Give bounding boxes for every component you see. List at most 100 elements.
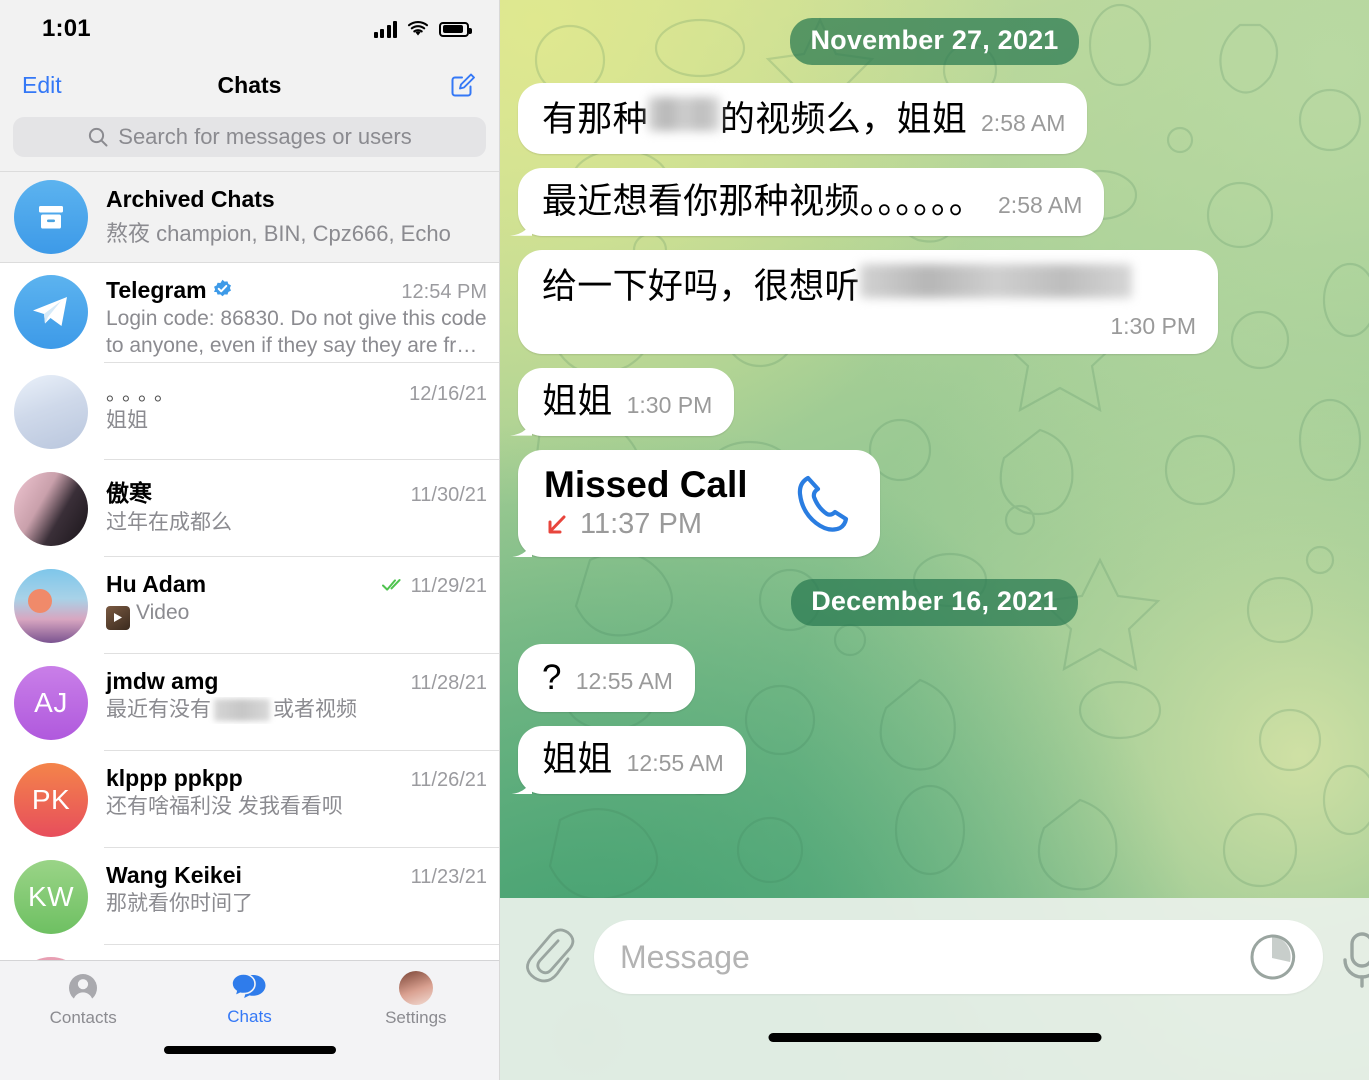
- video-thumb-icon: [106, 605, 130, 630]
- censored-text-block: [647, 97, 720, 131]
- archived-text: Archived Chats 熬夜 champion, BIN, Cpz666,…: [106, 186, 451, 248]
- chat-preview: Video: [106, 600, 487, 630]
- message-text: 给一下好吗，很想听: [542, 266, 860, 306]
- chat-list-item-dots[interactable]: 。。。。 12/16/21 姐姐: [0, 363, 499, 460]
- chat-item-header: Hu Adam 11/29/21: [106, 571, 487, 598]
- chat-preview: 那就看你时间了: [106, 892, 253, 915]
- message-text: 有那种: [542, 100, 648, 139]
- bottom-tab-bar: Contacts Chats Settings: [0, 960, 499, 1038]
- chat-timestamp: 12:54 PM: [401, 281, 487, 303]
- status-time: 1:01: [42, 15, 91, 42]
- message-row[interactable]: 最近想看你那种视频。。。。。。 2:58 AM: [500, 167, 1369, 236]
- avatar-initials: PK: [31, 784, 71, 815]
- sticker-icon[interactable]: [1247, 932, 1297, 982]
- microphone-icon[interactable]: [1339, 926, 1369, 996]
- avatar: [14, 375, 88, 449]
- archive-avatar: [14, 180, 88, 254]
- chat-list-item-klppp-ppkpp[interactable]: PK klppp ppkpp 11/26/21 还有啥福利没 发我看看呗: [0, 751, 499, 848]
- tab-settings[interactable]: Settings: [333, 971, 499, 1028]
- home-indicator-area: [0, 1038, 499, 1080]
- conversation-panel: November 27, 2021 有那种 的视频么，姐姐 2:58 AM 最近想…: [500, 0, 1369, 1080]
- tab-contacts[interactable]: Contacts: [0, 971, 166, 1028]
- chats-bubbles-icon: [231, 973, 266, 998]
- message-bubble[interactable]: ? 12:55 AM: [518, 644, 695, 713]
- person-icon: [69, 974, 98, 1004]
- avatar: PK: [14, 763, 88, 837]
- date-badge: November 27, 2021: [790, 18, 1079, 65]
- message-bubble[interactable]: 姐姐 12:55 AM: [518, 726, 746, 795]
- phone-icon[interactable]: [790, 470, 856, 536]
- message-timestamp: 12:55 AM: [575, 668, 673, 695]
- chat-item-body: 傲寒 11/30/21 过年在成都么: [106, 472, 487, 557]
- chat-preview: 姐姐: [106, 409, 148, 432]
- tab-label: Chats: [227, 1007, 272, 1026]
- message-text: 姐姐: [542, 381, 613, 421]
- archived-chats-row[interactable]: Archived Chats 熬夜 champion, BIN, Cpz666,…: [0, 171, 499, 263]
- status-bar: 1:01: [0, 0, 499, 58]
- search-placeholder: Search for messages or users: [118, 124, 412, 149]
- message-bubble[interactable]: 有那种 的视频么，姐姐 2:58 AM: [518, 83, 1088, 154]
- message-row[interactable]: 姐姐 1:30 PM: [500, 367, 1369, 436]
- home-indicator[interactable]: [768, 1033, 1101, 1042]
- chat-timestamp: 11/26/21: [410, 769, 487, 791]
- message-text: 最近想看你那种视频。。。。。。: [542, 181, 985, 221]
- avatar: AJ: [14, 666, 88, 740]
- chat-item-body: Telegram 12:54 PM Login code: 86830. Do …: [106, 275, 487, 363]
- edit-button[interactable]: Edit: [22, 72, 62, 99]
- message-row[interactable]: 姐姐 12:55 AM: [500, 726, 1369, 795]
- wifi-icon: [407, 21, 429, 36]
- avatar: [14, 472, 88, 546]
- paperclip-icon[interactable]: [522, 926, 578, 990]
- message-input[interactable]: Message: [594, 920, 1323, 994]
- message-bubble[interactable]: 姐姐 1:30 PM: [518, 367, 735, 436]
- chat-list-item-wang-keikei[interactable]: KW Wang Keikei 11/23/21 那就看你时间了: [0, 848, 499, 945]
- censored-text-block: [859, 263, 1132, 298]
- chat-name: 傲寒: [106, 480, 152, 506]
- chat-item-header: Wang Keikei 11/23/21: [106, 862, 487, 889]
- missed-call-title: Missed Call: [544, 463, 748, 505]
- chat-list-scroll[interactable]: Archived Chats 熬夜 champion, BIN, Cpz666,…: [0, 171, 499, 960]
- chat-preview: 还有啥福利没 发我看看呗: [106, 795, 343, 818]
- message-timestamp: 1:30 PM: [626, 391, 713, 418]
- chat-list-item-hu-adam[interactable]: Hu Adam 11/29/21 Video: [0, 557, 499, 654]
- chat-item-body: klppp ppkpp 11/26/21 还有啥福利没 发我看看呗: [106, 763, 487, 848]
- missed-call-bubble[interactable]: Missed Call 11:37 PM: [518, 449, 880, 558]
- message-row[interactable]: 给一下好吗，很想听 1:30 PM: [500, 249, 1369, 354]
- navigation-bar: Edit Chats: [0, 58, 499, 112]
- chat-list-item-jmdw-amg[interactable]: AJ jmdw amg 11/28/21 最近有没有 或者视频: [0, 654, 499, 751]
- archived-subtitle: 熬夜 champion, BIN, Cpz666, Echo: [106, 221, 451, 246]
- search-icon: [89, 127, 108, 147]
- chat-list-item-telegram[interactable]: Telegram 12:54 PM Login code: 86830. Do …: [0, 263, 499, 363]
- status-indicators: [373, 20, 472, 38]
- chat-list-item-partial[interactable]: [0, 945, 499, 960]
- message-row-missed-call[interactable]: Missed Call 11:37 PM: [500, 449, 1369, 558]
- chat-name: Hu Adam: [106, 571, 207, 597]
- message-row[interactable]: 有那种 的视频么，姐姐 2:58 AM: [500, 83, 1369, 154]
- chat-item-header: 。。。。 12/16/21: [106, 377, 487, 406]
- chat-list-item-aohan[interactable]: 傲寒 11/30/21 过年在成都么: [0, 460, 499, 557]
- telegram-app-screen: 1:01 Edit Chats Search for messages or u…: [0, 0, 1369, 1080]
- home-indicator[interactable]: [163, 1046, 336, 1054]
- compose-button[interactable]: [449, 71, 477, 99]
- message-timestamp: 12:55 AM: [626, 750, 724, 777]
- chat-timestamp: 12/16/21: [409, 383, 487, 405]
- message-text: ?: [542, 658, 562, 698]
- date-separator: December 16, 2021: [500, 579, 1369, 627]
- chat-name: klppp ppkpp: [106, 765, 243, 791]
- message-list[interactable]: November 27, 2021 有那种 的视频么，姐姐 2:58 AM 最近想…: [500, 0, 1369, 898]
- search-container: Search for messages or users: [0, 112, 499, 171]
- chat-item-header: 傲寒 11/30/21: [106, 474, 487, 508]
- avatar: [14, 275, 88, 349]
- avatar: [14, 569, 88, 643]
- message-bubble[interactable]: 给一下好吗，很想听 1:30 PM: [518, 249, 1218, 354]
- date-separator: November 27, 2021: [500, 18, 1369, 65]
- battery-icon: [439, 21, 472, 37]
- message-text: 姐姐: [542, 740, 613, 780]
- missed-call-time: 11:37 PM: [580, 508, 702, 541]
- search-input[interactable]: Search for messages or users: [13, 117, 486, 157]
- chat-preview: 最近有没有 或者视频: [106, 697, 487, 724]
- message-bubble[interactable]: 最近想看你那种视频。。。。。。 2:58 AM: [518, 167, 1105, 236]
- archived-title: Archived Chats: [106, 186, 275, 212]
- message-row[interactable]: ? 12:55 AM: [500, 644, 1369, 713]
- tab-chats[interactable]: Chats: [166, 972, 332, 1027]
